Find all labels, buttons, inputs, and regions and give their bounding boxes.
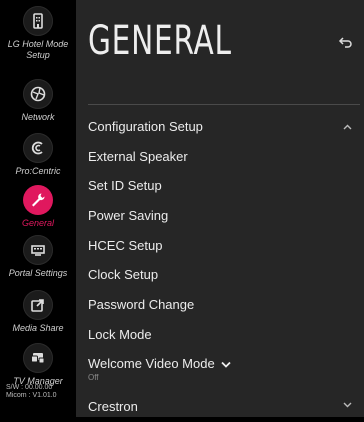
menu-item-label: External Speaker (88, 149, 188, 164)
menu-item-external-speaker[interactable]: External Speaker (88, 148, 360, 172)
tv-manager-icon (23, 343, 53, 373)
divider (88, 104, 360, 105)
sidebar-item-label: Network (21, 112, 55, 122)
sidebar-item-label: Pro:Centric (15, 166, 61, 176)
menu-item-label: Power Saving (88, 208, 169, 223)
menu-item-crestron[interactable]: Crestron (88, 398, 360, 422)
menu-item-label: Clock Setup (88, 267, 159, 282)
media-share-icon (23, 290, 53, 320)
sw-version: S/W : 00.00.00 (6, 384, 53, 391)
sidebar-item-lg-hotel-mode-setup[interactable]: LG Hotel Mode Setup (0, 6, 76, 61)
menu-item-label: Lock Mode (88, 327, 152, 342)
sidebar-item-media-share[interactable]: Media Share (0, 290, 76, 334)
menu-item-password-change[interactable]: Password Change (88, 296, 360, 320)
scroll-down-icon[interactable] (343, 402, 352, 408)
sidebar-item-label: General (21, 218, 55, 228)
back-button[interactable] (338, 34, 354, 48)
wrench-icon (23, 185, 53, 215)
menu-item-label: Crestron (88, 399, 138, 414)
scroll-up-icon[interactable] (343, 124, 352, 130)
menu-item-label: HCEC Setup (88, 238, 163, 253)
menu-item-power-saving[interactable]: Power Saving (88, 207, 360, 231)
procentric-icon (23, 133, 53, 163)
menu-item-lock-mode[interactable]: Lock Mode (88, 326, 360, 350)
menu-item-label: Welcome Video Mode (88, 355, 231, 373)
page-title: GENERAL (88, 18, 232, 64)
network-globe-icon (23, 79, 53, 109)
menu-item-configuration-setup[interactable]: Configuration Setup (88, 118, 360, 142)
menu-item-label: Set ID Setup (88, 178, 162, 193)
sidebar-item-label: LG Hotel Mode Setup (7, 39, 69, 60)
settings-panel: GENERAL Configuration Setup External Spe… (76, 0, 364, 417)
chevron-down-icon (221, 361, 231, 368)
menu-item-label: Password Change (88, 297, 195, 312)
sidebar-item-label: Media Share (12, 323, 64, 333)
sidebar-item-portal-settings[interactable]: Portal Settings (0, 235, 76, 279)
menu-item-welcome-video-mode[interactable]: Welcome Video Mode Off (88, 355, 360, 385)
menu-item-label: Configuration Setup (88, 119, 203, 134)
menu-item-hcec-setup[interactable]: HCEC Setup (88, 237, 360, 261)
sidebar-item-label: Portal Settings (8, 268, 68, 278)
back-arrow-icon (338, 37, 352, 48)
sidebar-item-network[interactable]: Network (0, 79, 76, 123)
welcome-video-mode-label: Welcome Video Mode (88, 356, 215, 371)
sidebar-item-procentric[interactable]: Pro:Centric (0, 133, 76, 177)
micom-version: Micom : V1.01.0 (6, 392, 57, 399)
welcome-video-mode-value: Off (88, 373, 99, 382)
portal-icon (23, 235, 53, 265)
menu-item-set-id-setup[interactable]: Set ID Setup (88, 177, 360, 201)
sidebar-item-general[interactable]: General (0, 185, 76, 229)
version-info: S/W : 00.00.00 Micom : V1.01.0 (6, 384, 57, 400)
menu-item-clock-setup[interactable]: Clock Setup (88, 266, 360, 290)
sidebar: LG Hotel Mode Setup Network Pro:Centric … (0, 0, 76, 417)
hotel-icon (23, 6, 53, 36)
sidebar-item-tv-manager[interactable]: TV Manager (0, 343, 76, 387)
